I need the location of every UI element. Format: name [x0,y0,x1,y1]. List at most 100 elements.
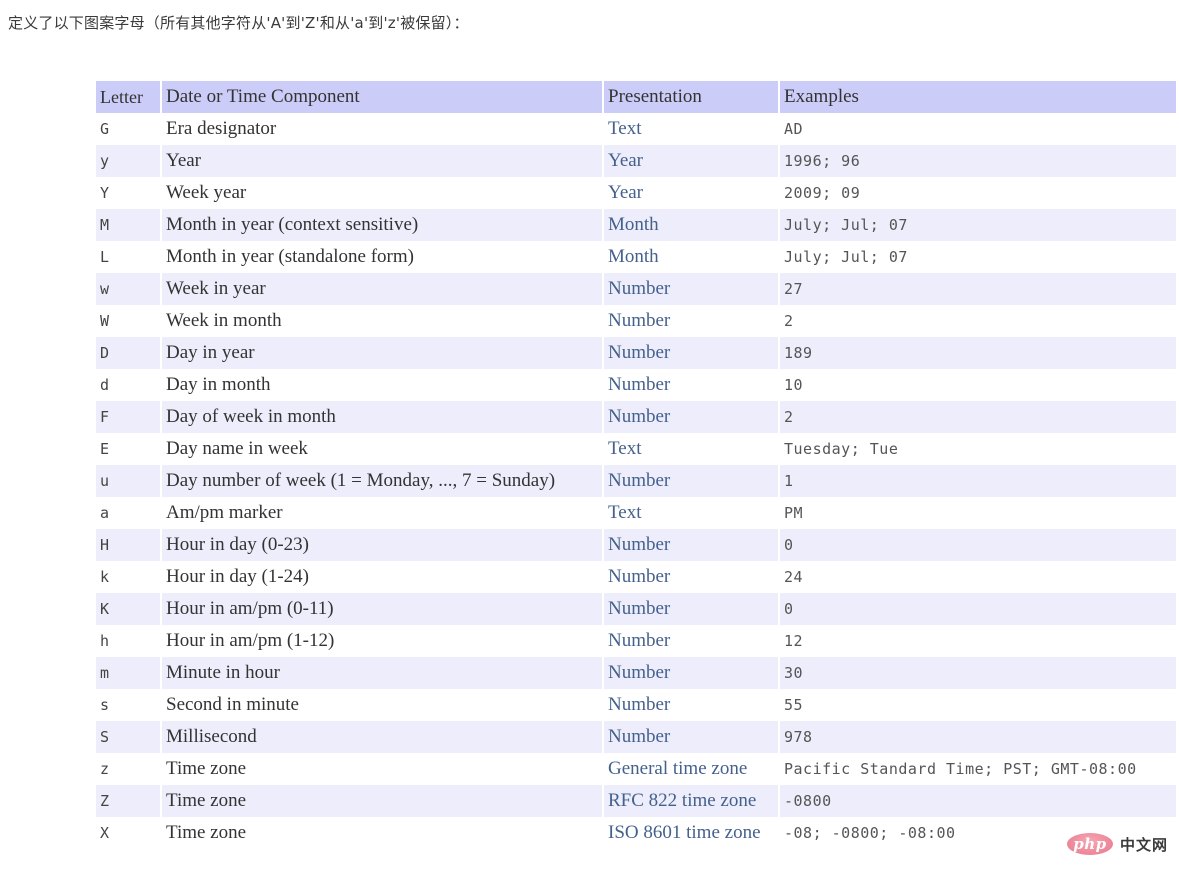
cell-component: Hour in day (1-24) [162,561,602,593]
column-header-examples: Examples [780,81,1176,113]
table-row: HHour in day (0-23)Number0 [96,529,1176,561]
cell-letter: H [96,529,160,561]
cell-letter: K [96,593,160,625]
cell-examples: 978 [780,721,1176,753]
cell-presentation: Number [604,273,778,305]
table-row: uDay number of week (1 = Monday, ..., 7 … [96,465,1176,497]
cell-component: Week in year [162,273,602,305]
cell-letter: h [96,625,160,657]
table-row: wWeek in yearNumber27 [96,273,1176,305]
php-logo-icon: php [1067,833,1113,855]
table-row: FDay of week in monthNumber2 [96,401,1176,433]
cell-examples: Pacific Standard Time; PST; GMT-08:00 [780,753,1176,785]
pattern-letters-table-container: Letter Date or Time Component Presentati… [94,81,1168,849]
table-row: DDay in yearNumber189 [96,337,1176,369]
cell-component: Month in year (context sensitive) [162,209,602,241]
cell-letter: G [96,113,160,145]
cell-examples: 2 [780,401,1176,433]
cell-letter: L [96,241,160,273]
table-row: WWeek in monthNumber2 [96,305,1176,337]
cell-component: Day of week in month [162,401,602,433]
cell-examples: 1996; 96 [780,145,1176,177]
table-row: yYearYear1996; 96 [96,145,1176,177]
cell-presentation: RFC 822 time zone [604,785,778,817]
table-header: Letter Date or Time Component Presentati… [96,81,1176,113]
table-row: GEra designatorTextAD [96,113,1176,145]
cell-component: Time zone [162,753,602,785]
table-row: LMonth in year (standalone form)MonthJul… [96,241,1176,273]
cell-component: Year [162,145,602,177]
cell-examples: -0800 [780,785,1176,817]
cell-presentation: Number [604,529,778,561]
cell-presentation: General time zone [604,753,778,785]
cell-presentation: Number [604,401,778,433]
cell-examples: PM [780,497,1176,529]
cell-letter: X [96,817,160,849]
table-row: aAm/pm markerTextPM [96,497,1176,529]
cell-letter: E [96,433,160,465]
table-row: XTime zoneISO 8601 time zone-08; -0800; … [96,817,1176,849]
cell-examples: 12 [780,625,1176,657]
cell-component: Week year [162,177,602,209]
cell-letter: z [96,753,160,785]
cell-examples: 0 [780,529,1176,561]
cell-component: Day number of week (1 = Monday, ..., 7 =… [162,465,602,497]
table-row: ZTime zoneRFC 822 time zone-0800 [96,785,1176,817]
intro-paragraph: 定义了以下图案字母（所有其他字符从'A'到'Z'和从'a'到'z'被保留）： [0,0,1179,33]
cell-presentation: Number [604,369,778,401]
cell-presentation: Number [604,689,778,721]
cell-presentation: Number [604,305,778,337]
table-row: EDay name in weekTextTuesday; Tue [96,433,1176,465]
cell-letter: d [96,369,160,401]
column-header-presentation: Presentation [604,81,778,113]
cell-letter: a [96,497,160,529]
cell-examples: 55 [780,689,1176,721]
cell-letter: Y [96,177,160,209]
cell-examples: 189 [780,337,1176,369]
pattern-letters-table: Letter Date or Time Component Presentati… [94,81,1178,849]
cell-component: Minute in hour [162,657,602,689]
cell-component: Hour in am/pm (1-12) [162,625,602,657]
cell-letter: s [96,689,160,721]
cell-component: Day name in week [162,433,602,465]
cell-presentation: Number [604,465,778,497]
cell-examples: July; Jul; 07 [780,209,1176,241]
cell-presentation: Text [604,433,778,465]
table-header-row: Letter Date or Time Component Presentati… [96,81,1176,113]
cell-presentation: Number [604,625,778,657]
cell-examples: AD [780,113,1176,145]
cell-presentation: Number [604,721,778,753]
table-row: hHour in am/pm (1-12)Number12 [96,625,1176,657]
table-row: zTime zoneGeneral time zonePacific Stand… [96,753,1176,785]
cell-examples: July; Jul; 07 [780,241,1176,273]
table-row: YWeek yearYear2009; 09 [96,177,1176,209]
table-row: mMinute in hourNumber30 [96,657,1176,689]
cell-examples: 2009; 09 [780,177,1176,209]
watermark-text: 中文网 [1120,834,1168,855]
column-header-component: Date or Time Component [162,81,602,113]
cell-component: Hour in day (0-23) [162,529,602,561]
cell-letter: y [96,145,160,177]
cell-letter: u [96,465,160,497]
cell-examples: 24 [780,561,1176,593]
cell-presentation: Month [604,209,778,241]
cell-letter: k [96,561,160,593]
cell-presentation: Year [604,145,778,177]
cell-letter: F [96,401,160,433]
cell-component: Second in minute [162,689,602,721]
table-row: MMonth in year (context sensitive)MonthJ… [96,209,1176,241]
cell-component: Day in month [162,369,602,401]
cell-examples: 30 [780,657,1176,689]
cell-presentation: ISO 8601 time zone [604,817,778,849]
column-header-letter: Letter [96,81,160,113]
table-row: SMillisecondNumber978 [96,721,1176,753]
cell-examples: 10 [780,369,1176,401]
cell-presentation: Text [604,113,778,145]
cell-examples: Tuesday; Tue [780,433,1176,465]
cell-letter: m [96,657,160,689]
cell-examples: 0 [780,593,1176,625]
table-row: sSecond in minuteNumber55 [96,689,1176,721]
table-row: dDay in monthNumber10 [96,369,1176,401]
cell-component: Time zone [162,785,602,817]
cell-examples: 27 [780,273,1176,305]
